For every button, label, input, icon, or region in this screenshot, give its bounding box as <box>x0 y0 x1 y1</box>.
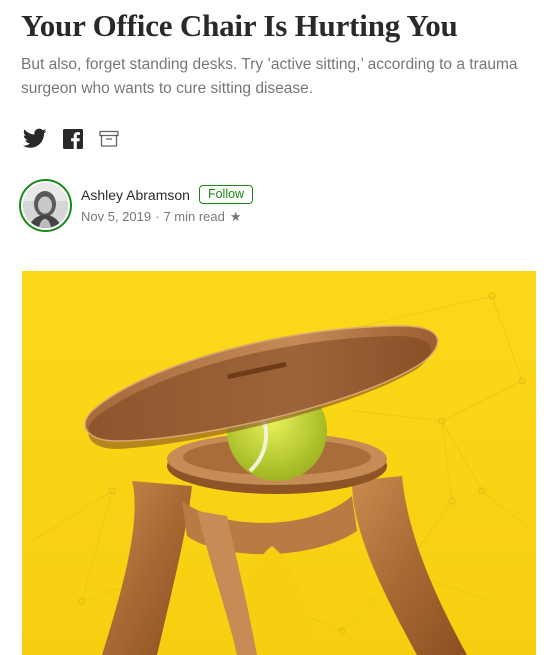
hero-image <box>22 271 536 655</box>
member-star-icon: ★ <box>229 209 242 224</box>
author-row: Ashley Abramson Follow <box>81 185 254 204</box>
author-avatar[interactable] <box>19 179 72 232</box>
read-time: 7 min read <box>163 209 225 224</box>
article-title: Your Office Chair Is Hurting You <box>21 8 458 43</box>
facebook-icon[interactable] <box>63 128 83 149</box>
stool-illustration <box>22 271 536 655</box>
author-name[interactable]: Ashley Abramson <box>81 187 190 203</box>
publish-date: Nov 5, 2019 <box>81 209 152 224</box>
article-meta: Nov 5, 2019 · 7 min read ★ <box>81 209 242 225</box>
meta-separator: · <box>155 209 160 224</box>
article-subtitle: But also, forget standing desks. Try ’ac… <box>21 56 518 97</box>
bookmark-icon[interactable] <box>99 130 119 148</box>
follow-button[interactable]: Follow <box>198 185 254 204</box>
author-photo <box>23 183 68 228</box>
share-bar <box>23 128 135 149</box>
twitter-icon[interactable] <box>23 128 47 149</box>
